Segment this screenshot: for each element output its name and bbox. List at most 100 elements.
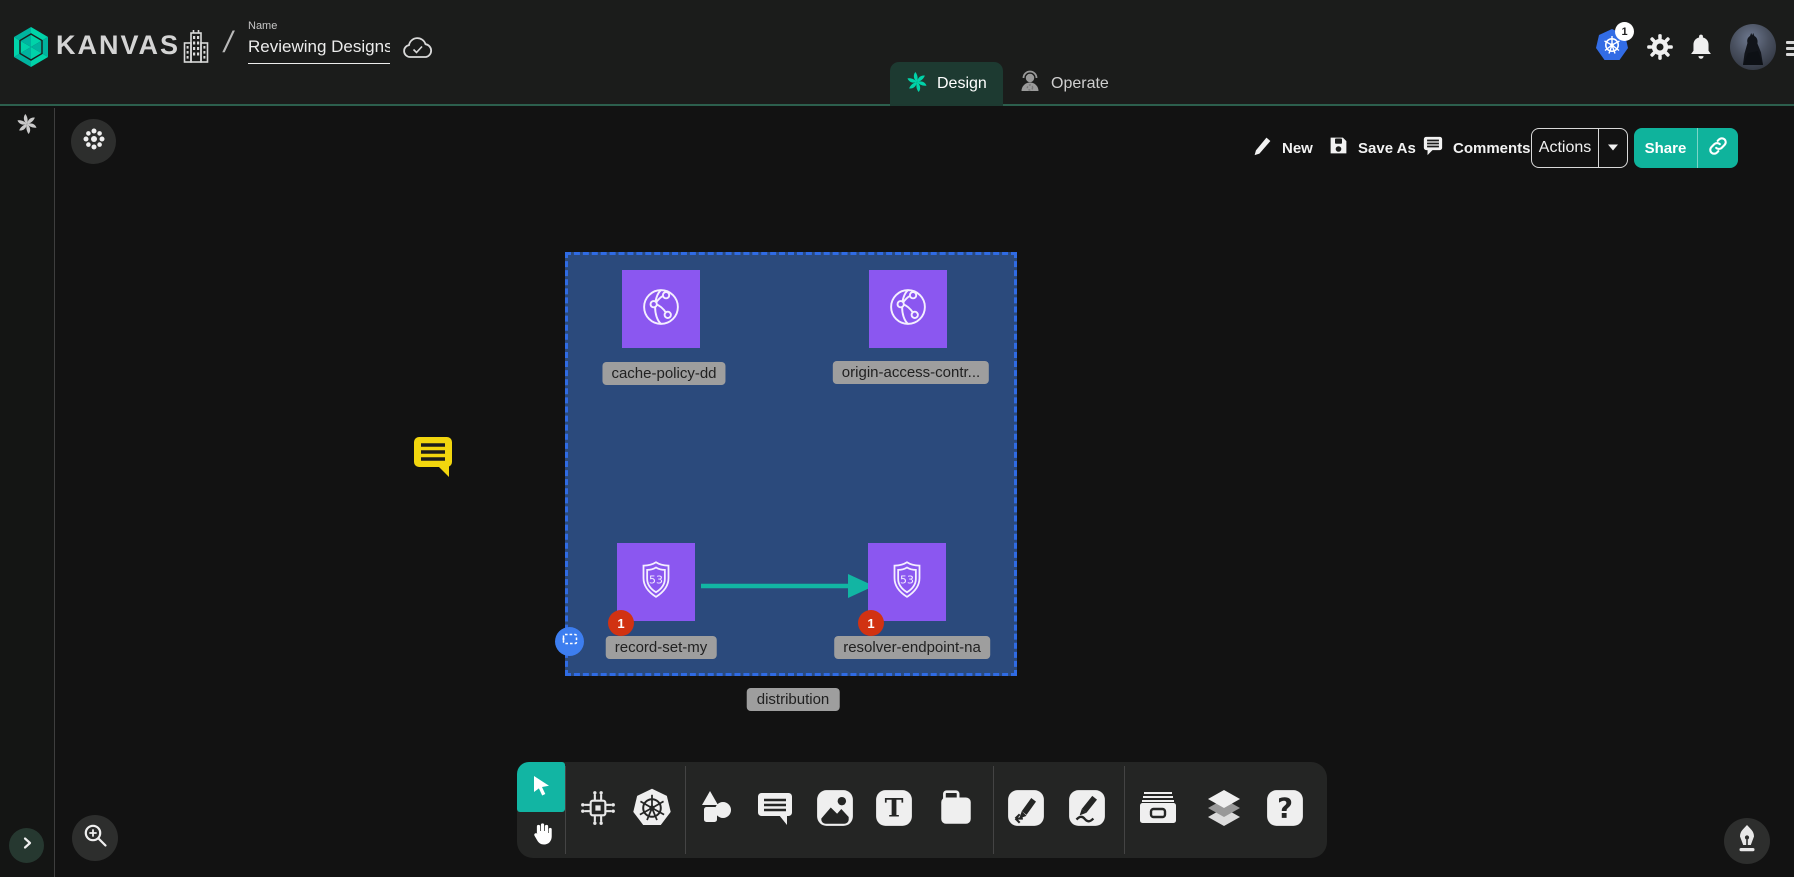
node-label-record-set[interactable]: record-set-my <box>606 636 717 659</box>
organization-building-icon[interactable] <box>182 28 210 71</box>
node-resolver-endpoint[interactable]: 53 <box>868 543 946 621</box>
tool-comment-button[interactable] <box>755 762 795 858</box>
cloudfront-globe-icon <box>634 280 688 339</box>
floppy-disk-icon <box>1328 135 1349 161</box>
freehand-pen-icon <box>1067 788 1107 833</box>
flower-dots-icon <box>81 126 107 157</box>
cursor-arrow-icon <box>529 773 553 802</box>
route53-number: 53 <box>649 573 663 586</box>
meshery-swirl-icon[interactable] <box>16 113 38 135</box>
actions-label[interactable]: Actions <box>1532 129 1598 167</box>
tool-drawer-button[interactable] <box>1136 762 1180 858</box>
edge-pen-icon <box>1006 788 1046 833</box>
kanvas-logo-icon[interactable] <box>12 26 50 68</box>
whiteboarding-pen-button[interactable] <box>1724 818 1770 864</box>
save-as-label: Save As <box>1358 140 1416 157</box>
note-card-icon <box>936 788 976 833</box>
tool-kubernetes-button[interactable] <box>630 762 674 858</box>
brand-wordmark: KANVAS <box>56 30 180 61</box>
route53-shield-icon: 53 <box>631 555 681 610</box>
node-label-origin-access[interactable]: origin-access-contr... <box>833 361 989 384</box>
pen-nib-icon <box>1735 824 1759 859</box>
new-label: New <box>1282 140 1313 157</box>
shapes-icon <box>695 788 737 833</box>
dock-toggle-button[interactable] <box>71 119 116 164</box>
image-icon <box>815 788 855 833</box>
left-sidebar <box>0 108 55 877</box>
svg-text:?: ? <box>1277 793 1293 824</box>
node-label-cache-policy[interactable]: cache-policy-dd <box>602 362 725 385</box>
user-avatar[interactable] <box>1730 24 1776 70</box>
app-header: KANVAS / Name <box>0 0 1794 106</box>
overflow-menu-icon[interactable] <box>1786 38 1794 59</box>
node-cache-policy[interactable] <box>622 270 700 348</box>
expand-sidebar-button[interactable] <box>9 828 44 863</box>
pencil-icon <box>1252 135 1273 161</box>
actions-split-button[interactable]: Actions <box>1531 128 1628 168</box>
copy-link-button[interactable] <box>1697 128 1738 168</box>
tool-select-button[interactable] <box>517 762 565 812</box>
drawer-archive-icon <box>1136 789 1180 832</box>
zoom-in-magnifier-icon <box>82 822 109 854</box>
svg-text:T: T <box>885 792 904 822</box>
kubernetes-wheel-icon <box>630 786 674 835</box>
layers-icon <box>1203 788 1245 833</box>
design-name-label: Name <box>248 20 390 32</box>
comment-bubble-icon <box>755 789 795 832</box>
design-tab-label: Design <box>937 75 987 93</box>
node-label-resolver-endpoint[interactable]: resolver-endpoint-na <box>834 636 990 659</box>
circuit-chip-icon <box>577 787 619 834</box>
comments-button[interactable]: Comments <box>1422 128 1531 168</box>
design-name-input[interactable] <box>248 35 390 64</box>
tab-design[interactable]: Design <box>890 62 1003 106</box>
share-label[interactable]: Share <box>1634 128 1697 168</box>
cloud-sync-icon[interactable] <box>400 36 434 67</box>
tool-freehand-pen-button[interactable] <box>1067 762 1107 858</box>
hand-icon <box>528 820 554 851</box>
link-icon <box>1707 135 1729 162</box>
comments-label: Comments <box>1453 140 1531 157</box>
tool-infrastructure-button[interactable] <box>577 762 619 858</box>
group-select-badge[interactable] <box>555 627 584 656</box>
tool-shapes-button[interactable] <box>695 762 737 858</box>
cloudfront-globe-icon <box>881 280 935 339</box>
kanvas-app: KANVAS / Name <box>0 0 1794 877</box>
node-origin-access-control[interactable] <box>869 270 947 348</box>
bottom-dock-toolbar: T <box>517 762 1327 858</box>
design-name-field: Name <box>248 20 390 64</box>
tool-help-button[interactable]: ? <box>1265 762 1305 858</box>
actions-dropdown-toggle[interactable] <box>1598 129 1627 167</box>
selected-group-distribution[interactable]: cache-policy-dd origin-access-contr... <box>565 252 1017 676</box>
kubernetes-context-count-badge[interactable]: 1 <box>1615 22 1634 41</box>
route53-number: 53 <box>900 573 914 586</box>
edge-arrow[interactable] <box>698 572 883 605</box>
text-icon: T <box>874 788 914 833</box>
question-mark-icon: ? <box>1265 788 1305 833</box>
operate-tab-label: Operate <box>1051 75 1109 93</box>
canvas-comment-marker[interactable] <box>411 431 457 477</box>
settings-gear-icon[interactable] <box>1646 33 1674 61</box>
caret-down-icon <box>1606 139 1620 157</box>
route53-shield-icon: 53 <box>882 555 932 610</box>
tool-note-button[interactable] <box>936 762 976 858</box>
tool-text-button[interactable]: T <box>874 762 914 858</box>
new-design-button[interactable]: New <box>1252 128 1313 168</box>
chevron-right-icon <box>19 835 35 856</box>
breadcrumb-separator: / <box>224 26 232 60</box>
design-tab-icon <box>906 71 928 98</box>
save-as-button[interactable]: Save As <box>1328 128 1416 168</box>
tool-layers-button[interactable] <box>1203 762 1245 858</box>
tab-operate[interactable]: Operate <box>1002 62 1125 106</box>
tool-image-button[interactable] <box>815 762 855 858</box>
share-split-button[interactable]: Share <box>1634 128 1738 168</box>
node-record-set[interactable]: 53 <box>617 543 695 621</box>
tool-edge-pen-button[interactable] <box>1006 762 1046 858</box>
tool-pan-button[interactable] <box>517 812 565 858</box>
comment-bubble-icon <box>1422 135 1444 161</box>
zoom-in-button[interactable] <box>72 815 118 861</box>
notifications-bell-icon[interactable] <box>1688 33 1714 61</box>
group-dashed-rect-icon <box>561 632 579 651</box>
node-badge-record-set[interactable]: 1 <box>608 610 634 636</box>
group-label-distribution[interactable]: distribution <box>747 688 840 711</box>
node-badge-resolver-endpoint[interactable]: 1 <box>858 610 884 636</box>
